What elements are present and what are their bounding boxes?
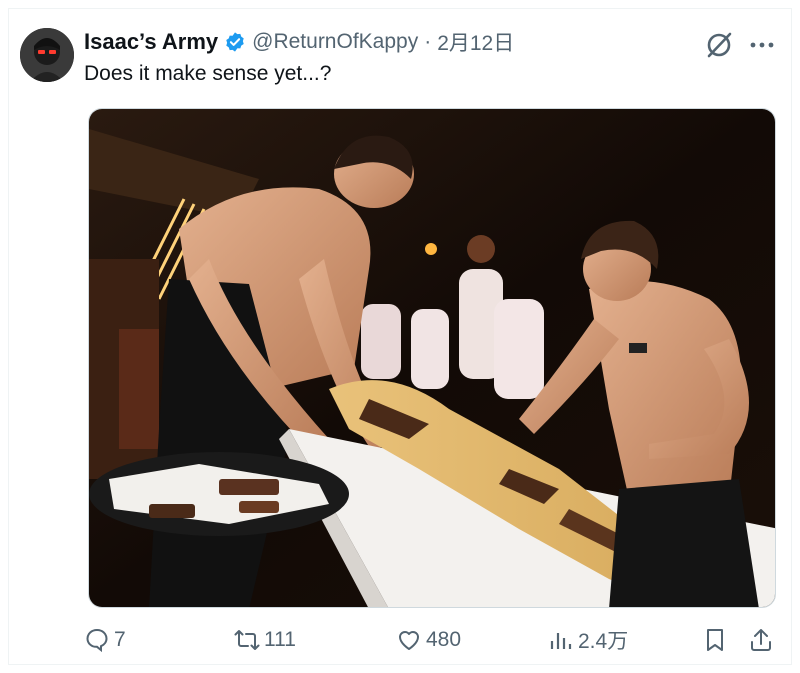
views-chart-icon bbox=[550, 633, 572, 649]
views-count: 2.4万 bbox=[578, 630, 629, 653]
avatar[interactable] bbox=[20, 28, 74, 82]
share-button[interactable] bbox=[748, 624, 778, 656]
separator-dot: · bbox=[424, 30, 432, 53]
like-button[interactable]: 480 bbox=[396, 624, 461, 656]
more-options-icon[interactable] bbox=[748, 34, 776, 56]
retweet-count: 111 bbox=[264, 628, 296, 651]
grok-icon[interactable] bbox=[704, 30, 734, 60]
post-date[interactable]: 2月12日 bbox=[437, 27, 514, 57]
verified-badge-icon bbox=[226, 32, 244, 52]
tweet-text: Does it make sense yet...? bbox=[84, 62, 332, 85]
bookmark-icon bbox=[707, 629, 723, 651]
share-icon bbox=[751, 629, 771, 651]
heart-icon bbox=[399, 631, 419, 650]
retweet-button[interactable]: 111 bbox=[234, 624, 296, 656]
avatar-image bbox=[20, 28, 74, 82]
handle[interactable]: @ReturnOfKappy bbox=[252, 30, 418, 54]
reply-button[interactable]: 7 bbox=[84, 624, 126, 656]
like-count: 480 bbox=[426, 628, 462, 651]
photo bbox=[89, 109, 775, 607]
views-button[interactable]: 2.4万 bbox=[548, 624, 628, 656]
retweet-icon bbox=[234, 630, 260, 650]
reply-icon bbox=[86, 628, 108, 653]
tweet-header: Isaac’s Army @ReturnOfKappy · 2月12日 bbox=[84, 26, 514, 58]
bookmark-button[interactable] bbox=[702, 624, 732, 656]
display-name[interactable]: Isaac’s Army bbox=[84, 29, 218, 55]
tweet-media-photo[interactable] bbox=[88, 108, 776, 608]
reply-count: 7 bbox=[114, 628, 126, 651]
action-bar: 7 111 480 2.4万 bbox=[84, 624, 784, 656]
